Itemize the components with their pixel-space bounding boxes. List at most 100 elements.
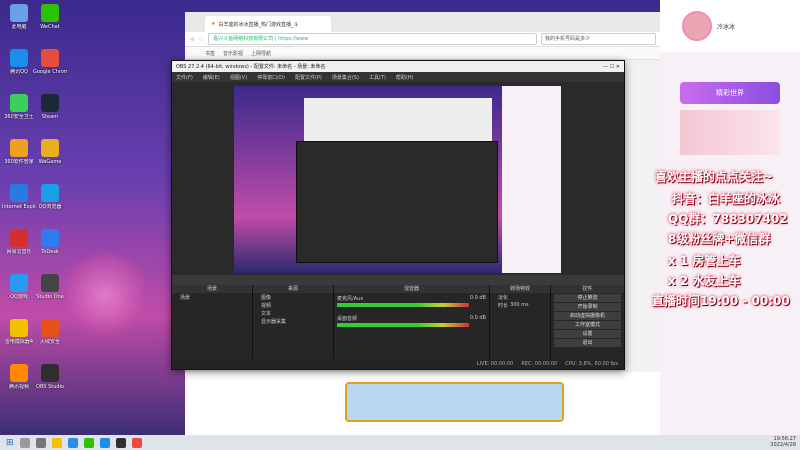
transition-duration-label: 时长 (498, 302, 509, 309)
settings-button[interactable]: 设置 (554, 330, 621, 338)
url-field[interactable]: 嘉兴斗鱼网络科技有限公司 | https://www (208, 33, 537, 45)
desktop-icon[interactable]: Steam (33, 94, 67, 120)
wechat-icon[interactable] (83, 437, 94, 448)
search-input[interactable]: 我的手机号码是多少 (541, 33, 656, 45)
menu-item[interactable]: 停靠窗口(D) (257, 74, 285, 81)
menu-item[interactable]: 视图(V) (230, 74, 247, 81)
desktop-icon[interactable]: 此电脑 (2, 4, 36, 30)
streamer-header: 冷冰冰 (660, 0, 800, 52)
desktop-icon[interactable]: 腾讯QQ (2, 49, 36, 75)
source-item[interactable]: 显示器采集 (253, 317, 333, 325)
box-icon (10, 139, 28, 157)
desktop-icon[interactable]: WeGame (33, 139, 67, 165)
browser-tab-bar: ★ 白羊座的冰冰直播_热门游戏直播_斗 (185, 12, 660, 32)
qq-icon (10, 49, 28, 67)
menu-item[interactable]: 场景集合(S) (332, 74, 359, 81)
computer-icon (10, 4, 28, 22)
browser-icon[interactable] (131, 437, 142, 448)
desktop-icon[interactable]: QQ浏览器 (33, 184, 67, 210)
desktop-icon-label: 360软件管家 (4, 159, 34, 165)
volume-meter[interactable] (337, 303, 469, 307)
desktop-icon-label: Google Chrome (33, 69, 67, 75)
desktop-icon[interactable]: 雷电模拟器4 (2, 319, 36, 345)
browser-tab[interactable]: ★ 白羊座的冰冰直播_热门游戏直播_斗 (205, 16, 331, 32)
desktop-icon[interactable]: Studio One (33, 274, 67, 300)
browser-page-content (185, 372, 660, 435)
desktop-icon[interactable]: 火绒安全 (33, 319, 67, 345)
obs-title-text: OBS 27.2.4 (64-bit, windows) - 配置文件: 未命名… (176, 64, 326, 70)
desktop-icon-label: 腾讯视频 (8, 384, 29, 390)
scenes-header: 场景 (172, 285, 252, 293)
menu-item[interactable]: 帮助(H) (396, 74, 414, 81)
search-icon[interactable] (19, 437, 30, 448)
menu-item[interactable]: 编辑(E) (203, 74, 220, 81)
taskview-icon[interactable] (35, 437, 46, 448)
obs-icon[interactable] (115, 437, 126, 448)
obs-menubar: 文件(F) 编辑(E) 视图(V) 停靠窗口(D) 配置文件(P) 场景集合(S… (172, 72, 624, 82)
desktop-icon[interactable]: WeChat (33, 4, 67, 30)
desktop-icon-label: Internet Explorer (2, 204, 36, 210)
avatar[interactable] (682, 11, 712, 41)
wechat-icon (41, 4, 59, 22)
obs-window: OBS 27.2.4 (64-bit, windows) - 配置文件: 未命名… (171, 60, 625, 370)
bookmark-item[interactable]: 书签 (205, 50, 215, 57)
desktop-icon[interactable]: ToDesk (33, 229, 67, 255)
desktop-icon-label: Studio One (36, 294, 64, 300)
source-item[interactable]: 图像 (253, 293, 333, 301)
scene-item[interactable]: 场景 (172, 293, 252, 301)
qqgame-icon (10, 274, 28, 292)
back-icon[interactable]: ◀ (189, 35, 194, 43)
overlay-line: x 2 水友上车 (668, 274, 741, 288)
steam-icon (41, 94, 59, 112)
desktop-icon-label: QQ游戏 (10, 294, 28, 300)
desktop-icon-label: 火绒安全 (39, 339, 60, 345)
menu-item[interactable]: 工具(T) (369, 74, 386, 81)
qq-icon[interactable] (99, 437, 110, 448)
overlay-line: QQ群：788307402 (668, 212, 788, 226)
menu-item[interactable]: 文件(F) (176, 74, 193, 81)
edge-icon[interactable] (67, 437, 78, 448)
clock-date: 2022/4/28 (770, 442, 796, 448)
desktop-icon[interactable]: Internet Explorer (2, 184, 36, 210)
exit-button[interactable]: 退出 (554, 339, 621, 347)
sources-panel: 来源 图像 视频 文本 显示器采集 (253, 285, 334, 359)
transition-duration[interactable]: 时长 300 ms (490, 301, 550, 309)
desktop-icon[interactable]: 360软件管家 (2, 139, 36, 165)
streamer-photos (680, 110, 780, 155)
mixer-header: 混音器 (334, 285, 489, 293)
controls-header: 控件 (551, 285, 624, 293)
stream-banner-text: 精彩世界 (716, 89, 744, 97)
start-icon[interactable]: ⊞ (6, 438, 14, 448)
virtual-camera-button[interactable]: 启动虚拟摄像机 (554, 312, 621, 320)
source-item[interactable]: 文本 (253, 309, 333, 317)
desktop-icon[interactable]: 网易云音乐 (2, 229, 36, 255)
stop-stream-button[interactable]: 停止推流 (554, 294, 621, 302)
volume-meter[interactable] (337, 323, 469, 327)
source-item[interactable]: 视频 (253, 301, 333, 309)
desktop-icon[interactable]: 腾讯视频 (2, 364, 36, 390)
desktop-icon[interactable]: Google Chrome (33, 49, 67, 75)
bookmark-item[interactable]: 上网导航 (251, 50, 271, 57)
browser-icon (41, 184, 59, 202)
desktop-icon[interactable]: QQ游戏 (2, 274, 36, 300)
window-controls[interactable]: — ☐ ✕ (603, 64, 624, 70)
page-banner-image (345, 382, 564, 422)
start-recording-button[interactable]: 开始录制 (554, 303, 621, 311)
desktop-icon[interactable]: OBS Studio (33, 364, 67, 390)
overlay-line: x 1 房管上车 (668, 254, 741, 268)
refresh-icon[interactable]: ↻ (198, 35, 204, 43)
desktop-icon-label: WeGame (38, 159, 62, 165)
transition-type[interactable]: 淡化 (490, 293, 550, 301)
menu-item[interactable]: 配置文件(P) (295, 74, 322, 81)
desktop-icon-label: WeChat (40, 24, 60, 30)
obs-preview-canvas[interactable] (234, 86, 561, 273)
studio-mode-button[interactable]: 工作室模式 (554, 321, 621, 329)
desktop-icon[interactable]: 360安全卫士 (2, 94, 36, 120)
stream-banner[interactable]: 精彩世界 (680, 82, 780, 104)
system-clock[interactable]: 19:56:27 2022/4/28 (770, 436, 796, 448)
mixer-panel: 混音器 麦克风/Aux 0.0 dB 桌面音频 0.0 dB (334, 285, 490, 359)
fire-icon (41, 319, 59, 337)
bookmark-item[interactable]: 音乐影视 (223, 50, 243, 57)
overlay-line: 8级粉丝牌+微信群 (668, 232, 771, 246)
explorer-icon[interactable] (51, 437, 62, 448)
